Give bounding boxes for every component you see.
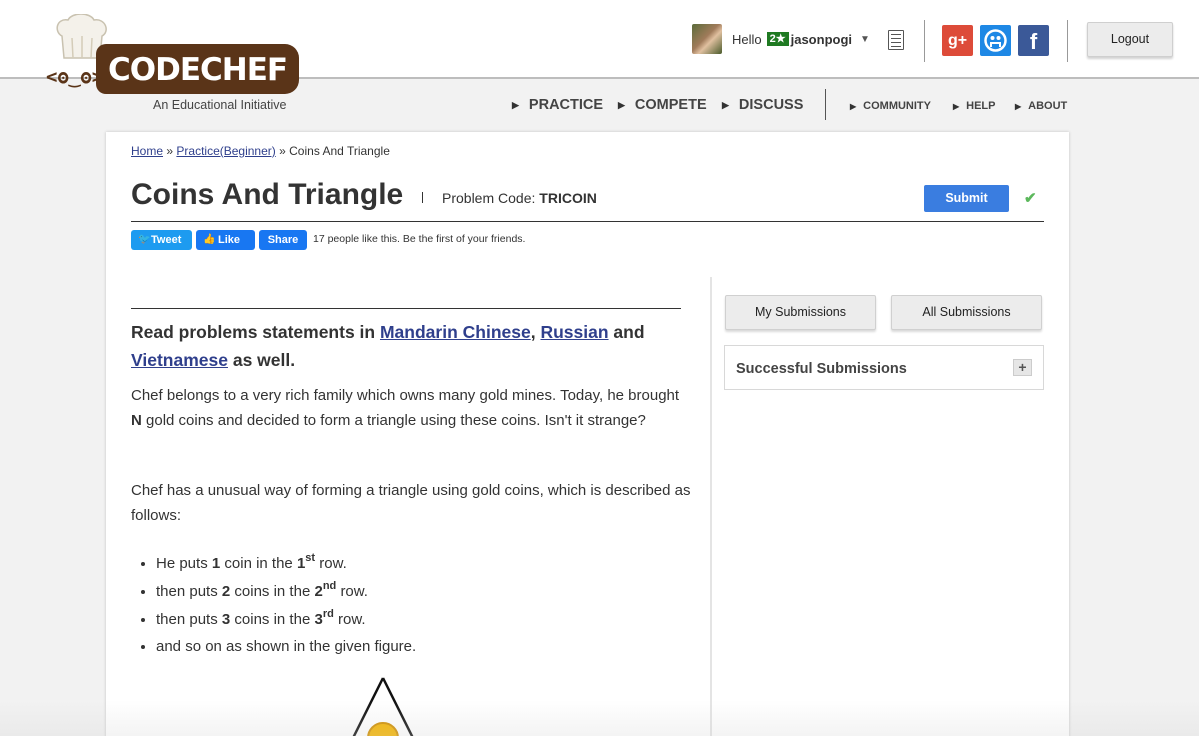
statement-paragraph-2: Chef has a unusual way of forming a tria… [131,482,691,524]
triangle-right-icon: ▶ [850,101,857,111]
rules-list: He puts 1 coin in the 1st row. then puts… [156,550,676,659]
header-divider [1067,20,1068,62]
lang-prefix: Read problems statements in [131,322,376,342]
codechef-logo[interactable]: CODECHEF <ʘ‿ʘ> An Educational Initiative [46,14,304,114]
problem-code: Problem Code: TRICOIN [442,190,597,206]
logo-face-icon: <ʘ‿ʘ> [46,66,104,88]
lang-comma: , [530,322,536,342]
nav-about[interactable]: ▶ ABOUT [1015,100,1067,112]
problem-code-value: TRICOIN [539,190,597,206]
notes-icon[interactable] [888,30,904,50]
nav-help[interactable]: ▶ HELP [953,100,996,112]
nav-discuss[interactable]: ▶ DISCUSS [722,97,803,113]
twitter-icon: 🐦 [138,234,151,245]
breadcrumb-home-link[interactable]: Home [131,144,163,158]
title-separator [422,192,423,203]
successful-submissions-label: Successful Submissions [736,361,907,377]
triangle-right-icon: ▶ [512,99,519,110]
username-link[interactable]: jasonpogi [791,32,852,47]
nav-divider [825,89,826,120]
breadcrumb-separator: » [166,144,174,158]
top-header: CODECHEF <ʘ‿ʘ> An Educational Initiative… [0,0,1199,112]
vietnamese-link[interactable]: Vietnamese [131,350,228,370]
statement-paragraph-1: Chef belongs to a very rich family which… [131,383,691,433]
problem-card: Home » Practice(Beginner) » Coins And Tr… [106,132,1069,736]
expand-icon[interactable]: + [1013,359,1032,376]
nav-help-label: HELP [966,100,996,112]
p1-variable-n: N [131,412,142,429]
facebook-icon[interactable]: f [1018,25,1049,56]
triangle-right-icon: ▶ [618,99,625,110]
nav-discuss-label: DISCUSS [738,97,804,113]
nav-practice-label: PRACTICE [528,97,604,113]
check-icon: ✔ [1024,190,1037,207]
like-button[interactable]: 👍 Like [196,230,255,250]
google-plus-icon[interactable]: g+ [942,25,973,56]
logout-button[interactable]: Logout [1087,22,1173,57]
mandarin-link[interactable]: Mandarin Chinese [380,322,531,342]
p1-text-a: Chef belongs to a very rich family which… [131,387,680,404]
nav-community-label: COMMUNITY [863,100,931,112]
lang-suffix: as well. [232,350,296,370]
all-submissions-button[interactable]: All Submissions [891,295,1042,330]
lang-and: and [613,322,645,342]
tweet-button[interactable]: 🐦 Tweet [131,230,192,250]
nav-community[interactable]: ▶ COMMUNITY [850,100,931,112]
logo-brand-text: CODECHEF [108,52,288,88]
nav-practice[interactable]: ▶ PRACTICE [512,97,603,113]
submit-button[interactable]: Submit [924,185,1009,212]
my-submissions-button[interactable]: My Submissions [725,295,876,330]
nav-compete-label: COMPETE [634,97,707,113]
title-rule [131,221,1044,222]
triangle-right-icon: ▶ [1015,101,1022,111]
like-label: Like [218,234,241,246]
github-icon[interactable] [980,25,1011,56]
breadcrumb-separator: » [279,144,286,158]
p1-text-b: gold coins and decided to form a triangl… [146,412,646,429]
list-item: and so on as shown in the given figure. [156,634,676,659]
nav-about-label: ABOUT [1028,100,1068,112]
breadcrumb: Home » Practice(Beginner) » Coins And Tr… [131,144,390,158]
page-title: Coins And Triangle [131,178,404,211]
tweet-label: Tweet [151,234,182,246]
avatar[interactable] [692,24,722,54]
share-button[interactable]: Share [259,230,307,250]
rating-badge: 2★ [766,32,789,46]
triangle-right-icon: ▶ [953,101,960,111]
successful-submissions-panel[interactable]: Successful Submissions + [724,345,1044,390]
breadcrumb-practice-link[interactable]: Practice(Beginner) [176,144,275,158]
user-menu[interactable]: Hello 2★ jasonpogi ▼ [692,24,870,54]
list-item: He puts 1 coin in the 1st row. [156,550,676,578]
nav-compete[interactable]: ▶ COMPETE [618,97,707,113]
coin-triangle-figure [352,677,414,736]
column-divider [710,277,712,736]
logo-tagline: An Educational Initiative [153,98,287,112]
list-item: then puts 3 coins in the 3rd row. [156,606,676,634]
breadcrumb-current: Coins And Triangle [289,144,390,158]
problem-code-label: Problem Code: [442,190,536,206]
language-links: Read problems statements in Mandarin Chi… [131,318,691,374]
likes-count-text: 17 people like this. Be the first of you… [313,233,526,245]
thumbs-up-icon: 👍 [203,234,216,245]
header-divider [924,20,925,62]
statement-rule [131,308,681,309]
chevron-down-icon[interactable]: ▼ [860,34,870,45]
russian-link[interactable]: Russian [540,322,608,342]
greeting: Hello [732,31,762,47]
triangle-right-icon: ▶ [722,99,729,110]
list-item: then puts 2 coins in the 2nd row. [156,578,676,606]
